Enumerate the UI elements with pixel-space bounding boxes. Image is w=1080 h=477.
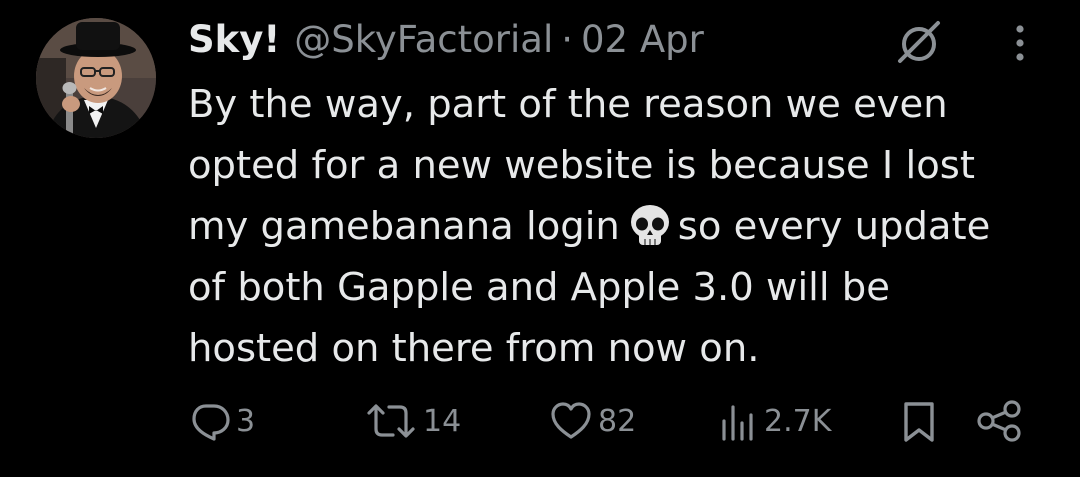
share-button[interactable] — [975, 396, 1025, 446]
views-button[interactable]: 2.7K — [716, 396, 831, 446]
tweet-text-segment: my gamebanana login — [188, 204, 620, 249]
repost-button[interactable]: 14 — [363, 396, 461, 446]
like-count: 82 — [598, 403, 637, 439]
tweet-text-line: opted for a new website is because I los… — [188, 143, 975, 188]
like-button[interactable]: 82 — [548, 396, 636, 446]
tweet-text-segment: so every update — [677, 204, 991, 249]
bookmark-button[interactable] — [899, 396, 939, 446]
reply-icon — [192, 404, 230, 441]
header-separator: · — [561, 17, 573, 61]
tweet-date[interactable]: 02 Apr — [581, 18, 704, 61]
tweet-text-line: of both Gapple and Apple 3.0 will be — [188, 265, 890, 310]
tweet-text: By the way, part of the reason we even o… — [188, 74, 1058, 379]
heart-icon — [551, 402, 591, 439]
tweet[interactable]: Sky! @SkyFactorial · 02 Apr By the way, … — [0, 0, 1080, 477]
bookmark-icon — [904, 402, 934, 442]
repost-count: 14 — [423, 403, 462, 439]
view-count: 2.7K — [764, 403, 832, 439]
avatar[interactable] — [36, 18, 156, 138]
author-name[interactable]: Sky! — [188, 18, 280, 61]
author-handle[interactable]: @SkyFactorial — [294, 18, 553, 61]
reply-button[interactable]: 3 — [188, 396, 255, 446]
tweet-header: Sky! @SkyFactorial · 02 Apr — [188, 14, 704, 64]
share-icon — [977, 400, 1021, 442]
more-options-icon[interactable] — [1002, 20, 1038, 66]
tweet-text-line: my gamebanana login so every update — [188, 196, 1058, 257]
avatar-image — [36, 18, 156, 138]
tweet-text-line: hosted on there from now on. — [188, 326, 760, 371]
reply-count: 3 — [236, 403, 256, 439]
views-chart-icon — [722, 405, 753, 441]
tweet-actions: 3 14 82 2.7K — [0, 396, 1080, 446]
tweet-text-line: By the way, part of the reason we even — [188, 82, 948, 127]
grok-icon[interactable] — [892, 17, 944, 69]
repost-icon — [367, 404, 415, 438]
skull-emoji-icon — [630, 205, 669, 245]
